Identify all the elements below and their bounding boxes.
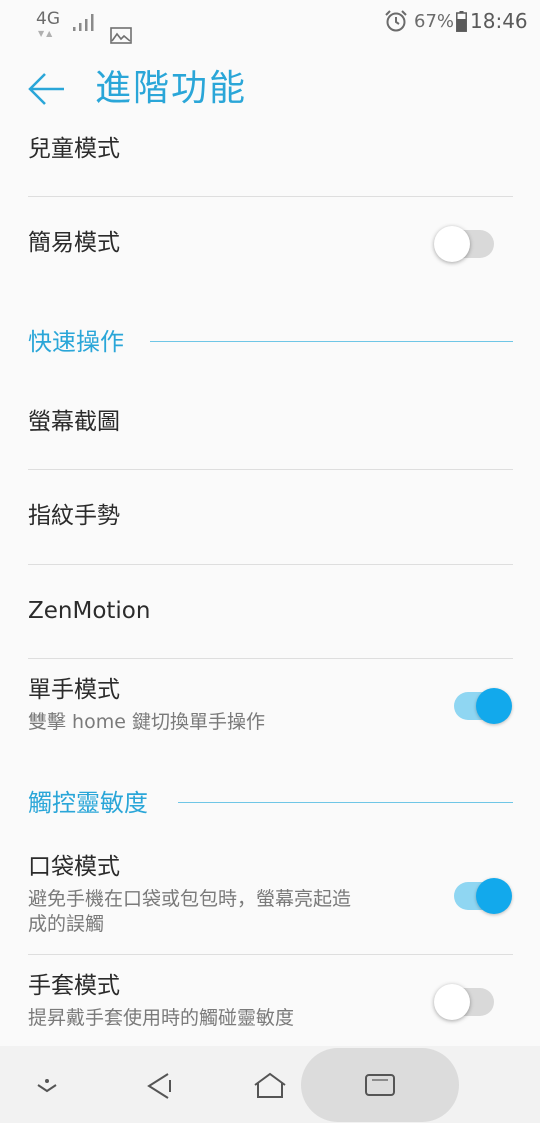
pocket-mode-toggle[interactable]: [450, 878, 512, 914]
navigation-bar: [0, 1046, 540, 1123]
app-bar: 進階功能: [0, 56, 540, 122]
toggle-thumb: [434, 226, 470, 262]
kids-mode-title: 兒童模式: [28, 136, 120, 162]
toggle-thumb: [476, 688, 512, 724]
signal-icon: [73, 14, 94, 31]
back-triangle-icon[interactable]: [146, 1072, 174, 1100]
easy-mode-title: 簡易模式: [28, 230, 120, 256]
recents-icon: [365, 1074, 395, 1096]
page-title: 進階功能: [95, 68, 248, 109]
kids-mode-row[interactable]: 兒童模式: [0, 122, 540, 196]
glove-mode-subtitle: 提昇戴手套使用時的觸碰靈敏度: [28, 1007, 295, 1029]
screenshot-title: 螢幕截圖: [28, 409, 120, 435]
easy-mode-toggle[interactable]: [434, 226, 496, 262]
screenshot-row[interactable]: 螢幕截圖: [0, 376, 540, 469]
pocket-mode-subtitle: 避免手機在口袋或包包時，螢幕亮起造成的誤觸: [28, 888, 352, 935]
glove-mode-toggle[interactable]: [434, 984, 496, 1020]
glove-mode-row[interactable]: 手套模式 提昇戴手套使用時的觸碰靈敏度: [0, 955, 540, 1046]
alarm-icon: [385, 10, 407, 32]
section-quick-actions: 快速操作: [28, 326, 134, 358]
home-icon[interactable]: [253, 1072, 287, 1100]
toggle-thumb: [476, 878, 512, 914]
pocket-mode-title: 口袋模式: [28, 854, 120, 880]
settings-screen: 4G ▼▲ 67% 18:46 進階功能 兒童模式 簡易模式 快速操作 螢幕截圖…: [0, 0, 540, 1123]
zenmotion-row[interactable]: ZenMotion: [0, 565, 540, 658]
one-hand-mode-title: 單手模式: [28, 677, 120, 703]
section-divider-line: [150, 341, 513, 342]
hide-nav-icon[interactable]: [35, 1078, 59, 1094]
battery-icon: [456, 11, 467, 32]
one-hand-mode-row[interactable]: 單手模式 雙擊 home 鍵切換單手操作: [0, 659, 540, 759]
easy-mode-row[interactable]: 簡易模式: [0, 197, 540, 289]
gallery-notification-icon: [110, 27, 132, 44]
fingerprint-gestures-row[interactable]: 指紋手勢: [0, 470, 540, 563]
recents-button-highlight[interactable]: [301, 1048, 459, 1122]
status-clock: 18:46: [470, 9, 528, 33]
arrow-left-icon[interactable]: [26, 70, 68, 108]
network-type: 4G: [36, 9, 60, 29]
pocket-mode-row[interactable]: 口袋模式 避免手機在口袋或包包時，螢幕亮起造成的誤觸: [0, 840, 540, 954]
one-hand-mode-toggle[interactable]: [450, 688, 512, 724]
toggle-thumb: [434, 984, 470, 1020]
section-touch-sensitivity: 觸控靈敏度: [28, 787, 158, 819]
glove-mode-title: 手套模式: [28, 973, 120, 999]
zenmotion-title: ZenMotion: [28, 598, 151, 624]
fingerprint-gestures-title: 指紋手勢: [28, 503, 120, 529]
battery-percent: 67%: [414, 11, 455, 32]
network-activity-arrows: ▼▲: [38, 29, 55, 38]
status-bar: 4G ▼▲ 67% 18:46: [0, 0, 540, 46]
section-divider-line: [178, 802, 513, 803]
one-hand-mode-subtitle: 雙擊 home 鍵切換單手操作: [28, 711, 265, 733]
